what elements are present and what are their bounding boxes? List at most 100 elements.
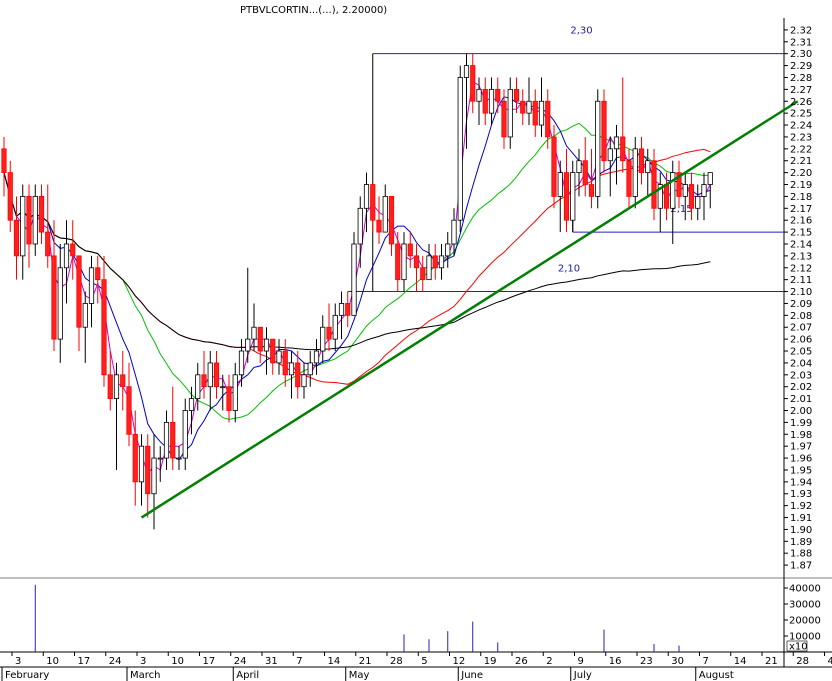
month-label: April	[236, 670, 259, 681]
candle-body	[395, 243, 401, 281]
candle-body	[263, 338, 270, 352]
date-tick-label: 24	[109, 656, 122, 667]
candle-body	[613, 136, 620, 150]
trendline	[140, 100, 799, 519]
price-tick-label: 2.32	[790, 25, 812, 36]
date-tick-label: 14	[328, 656, 341, 667]
candle-body	[513, 88, 520, 102]
price-tick-label: 1.89	[790, 537, 812, 548]
date-tick-label: 28	[390, 656, 403, 667]
price-tick-label: 2.19	[790, 180, 812, 191]
candle-body	[538, 100, 545, 126]
price-tick-label: 2.25	[790, 109, 812, 120]
candle-body	[282, 350, 288, 376]
candle-body	[163, 421, 170, 459]
price-tick-label: 2.28	[790, 73, 812, 84]
candle-body	[632, 148, 638, 197]
candle-body	[532, 100, 538, 126]
candle-body	[551, 136, 557, 197]
candle-body	[157, 457, 163, 460]
price-tick-label: 2.13	[790, 251, 812, 262]
price-tick-label: 1.91	[790, 513, 812, 524]
candle-body	[63, 243, 70, 269]
candle-body	[645, 160, 651, 174]
candle-body	[445, 243, 451, 257]
price-tick-label: 2.15	[790, 228, 812, 239]
volume-multiplier-label: x10	[789, 642, 808, 653]
candle-body	[470, 65, 476, 102]
candle-body	[345, 303, 351, 316]
candle-body	[688, 184, 695, 209]
candle-body	[701, 184, 707, 197]
candle-body	[670, 172, 676, 209]
candle-body	[45, 231, 51, 257]
candle-body	[270, 338, 276, 364]
price-tick-label: 1.92	[790, 501, 812, 512]
candle-body	[507, 88, 513, 138]
month-label: February	[5, 670, 49, 681]
candle-body	[370, 184, 376, 221]
candle-body	[107, 374, 113, 399]
candle-body	[520, 100, 526, 114]
price-tick-label: 1.93	[790, 489, 812, 500]
month-label: August	[699, 670, 734, 681]
candle-body	[176, 457, 182, 460]
price-tick-label: 2.23	[790, 132, 812, 143]
candle-body	[38, 196, 45, 233]
candle-body	[682, 184, 688, 197]
candle-body	[251, 326, 257, 340]
candle-body	[607, 148, 613, 162]
candle-body	[501, 100, 507, 138]
price-tick-label: 1.88	[790, 549, 812, 560]
candle-body	[138, 445, 145, 483]
candle-body	[32, 196, 38, 245]
price-tick-label: 2.05	[790, 347, 812, 358]
candle-body	[332, 314, 338, 340]
price-tick-label: 2.21	[790, 156, 812, 167]
candle-body	[407, 243, 413, 257]
volume-tick-label: 20000	[789, 616, 821, 627]
candle-body	[7, 172, 13, 221]
price-tick-label: 2.10	[790, 287, 812, 298]
candle-body	[82, 303, 88, 328]
support-resistance-levels: 2,302,152,10	[347, 26, 784, 293]
price-tick-label: 1.99	[790, 418, 812, 429]
date-tick-label: 31	[265, 656, 278, 667]
price-tick-label: 2.14	[790, 239, 812, 250]
candle-body	[320, 326, 326, 352]
candle-body	[126, 386, 132, 435]
candle-body	[182, 410, 188, 459]
candle-body	[201, 374, 207, 388]
date-tick-label: 7	[296, 656, 302, 667]
candle-body	[26, 196, 32, 245]
candle-body	[70, 243, 76, 257]
candle-body	[145, 445, 151, 495]
candle-body	[351, 243, 357, 316]
candle-body	[582, 160, 588, 185]
date-tick-label: 5	[421, 656, 427, 667]
price-tick-label: 1.95	[790, 465, 812, 476]
date-tick-label: 17	[203, 656, 216, 667]
candle-body	[588, 184, 595, 197]
candle-body	[426, 255, 432, 281]
price-tick-label: 2.09	[790, 299, 812, 310]
price-tick-label: 1.87	[790, 561, 812, 572]
price-tick-label: 2.12	[790, 263, 812, 274]
candle-body	[438, 255, 445, 269]
candle-body	[326, 326, 332, 340]
candle-body	[463, 65, 470, 78]
candle-body	[232, 374, 238, 411]
price-tick-label: 2.06	[790, 335, 812, 346]
candle-body	[301, 374, 307, 388]
moving-average-line	[3, 172, 711, 351]
candle-body	[476, 88, 482, 102]
date-tick-label: 3	[140, 656, 146, 667]
candle-body	[76, 255, 82, 328]
candle-body	[545, 100, 551, 138]
candle-body	[495, 88, 501, 102]
price-tick-label: 2.11	[790, 275, 812, 286]
date-tick-label: 16	[609, 656, 622, 667]
candle-body	[307, 362, 313, 376]
date-tick-label: 3	[15, 656, 21, 667]
candle-body	[432, 255, 438, 269]
